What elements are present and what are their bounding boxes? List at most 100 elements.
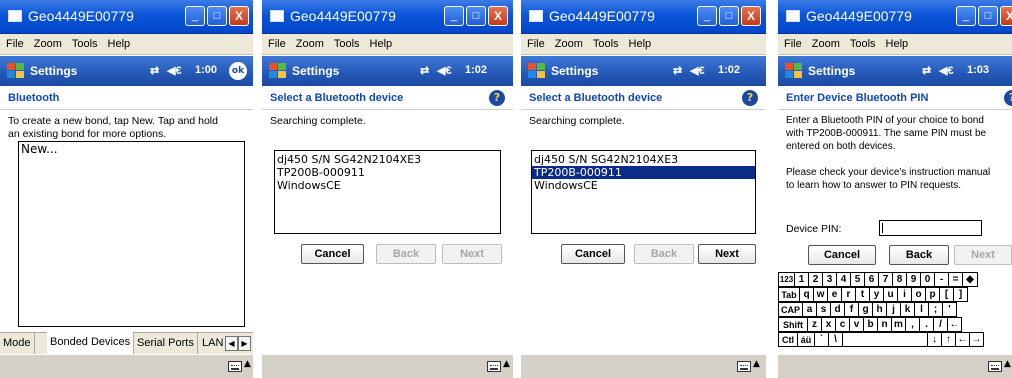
close-button[interactable]: X	[488, 6, 508, 26]
key[interactable]: \	[828, 332, 843, 347]
keyboard-icon[interactable]	[487, 361, 501, 372]
next-button[interactable]: Next	[442, 244, 502, 264]
input-panel-arrow-icon[interactable]: ▲	[244, 359, 251, 369]
back-button[interactable]: Back	[376, 244, 436, 264]
key[interactable]: /	[933, 317, 948, 332]
key[interactable]: g	[858, 302, 873, 317]
bonded-devices-list[interactable]: New...	[18, 141, 245, 327]
key[interactable]: 5	[850, 272, 865, 287]
menu-file[interactable]: File	[778, 34, 806, 50]
input-panel-arrow-icon[interactable]: ▲	[753, 359, 760, 369]
windows-flag-icon[interactable]	[268, 62, 288, 80]
menu-zoom[interactable]: Zoom	[549, 34, 587, 50]
key[interactable]: t	[855, 287, 870, 302]
key[interactable]: x	[821, 317, 836, 332]
menu-zoom[interactable]: Zoom	[290, 34, 328, 50]
key[interactable]: i	[897, 287, 912, 302]
menu-file[interactable]: File	[0, 34, 28, 50]
key[interactable]: [	[939, 287, 954, 302]
key[interactable]: y	[869, 287, 884, 302]
key-123[interactable]: 123	[778, 272, 795, 287]
pin-input[interactable]	[879, 220, 982, 236]
tab-bonded-devices[interactable]: Bonded Devices	[47, 332, 135, 354]
menu-tools[interactable]: Tools	[66, 34, 102, 50]
key[interactable]: `	[814, 332, 829, 347]
keyboard-icon[interactable]	[988, 361, 1002, 372]
key-ctl[interactable]: Ctl	[778, 332, 798, 347]
key[interactable]: k	[900, 302, 915, 317]
help-icon[interactable]: ?	[742, 90, 758, 106]
menu-help[interactable]: Help	[102, 34, 135, 50]
key[interactable]: c	[835, 317, 850, 332]
menu-file[interactable]: File	[521, 34, 549, 50]
key[interactable]: ,	[905, 317, 920, 332]
key-shift[interactable]: Shift	[778, 317, 808, 332]
device-list[interactable]: dj450 S/N SG42N2104XE3 TP200B-000911 Win…	[274, 150, 501, 234]
volume-icon[interactable]: ◀€	[437, 64, 452, 77]
tab-lan[interactable]: LAN	[199, 333, 227, 354]
clock[interactable]: 1:00	[195, 64, 217, 76]
key[interactable]: h	[872, 302, 887, 317]
key[interactable]: 3	[822, 272, 837, 287]
key[interactable]: e	[827, 287, 842, 302]
key[interactable]: q	[799, 287, 814, 302]
minimize-button[interactable]: _	[956, 6, 976, 26]
key-backspace-icon[interactable]: ◆	[962, 272, 978, 287]
key[interactable]: ;	[928, 302, 943, 317]
menu-help[interactable]: Help	[880, 34, 913, 50]
key[interactable]: p	[925, 287, 940, 302]
key[interactable]: .	[919, 317, 934, 332]
key[interactable]: n	[877, 317, 892, 332]
device-list[interactable]: dj450 S/N SG42N2104XE3 TP200B-000911 Win…	[531, 150, 756, 234]
key-right-icon[interactable]: →	[969, 332, 984, 347]
volume-icon[interactable]: ◀€	[939, 64, 954, 77]
key[interactable]: s	[816, 302, 831, 317]
windows-flag-icon[interactable]	[784, 62, 804, 80]
windows-flag-icon[interactable]	[527, 62, 547, 80]
ok-button[interactable]: ok	[229, 62, 247, 80]
key-left-icon[interactable]: ←	[955, 332, 970, 347]
help-icon[interactable]: ?	[1004, 90, 1012, 106]
key[interactable]: 9	[906, 272, 921, 287]
device-list-item[interactable]: WindowsCE	[532, 179, 755, 192]
key[interactable]: 8	[892, 272, 907, 287]
key-enter-icon[interactable]: ←	[947, 317, 962, 332]
key[interactable]: -	[934, 272, 949, 287]
device-list-item[interactable]: dj450 S/N SG42N2104XE3	[532, 153, 755, 166]
key[interactable]: =	[948, 272, 963, 287]
key[interactable]: a	[802, 302, 817, 317]
minimize-button[interactable]: _	[697, 6, 717, 26]
input-panel-arrow-icon[interactable]: ▲	[503, 359, 510, 369]
tab-serial-ports[interactable]: Serial Ports	[134, 333, 198, 354]
key-down-icon[interactable]: ↓	[927, 332, 942, 347]
clock[interactable]: 1:03	[967, 64, 989, 76]
cancel-button[interactable]: Cancel	[301, 244, 364, 264]
device-list-item[interactable]: dj450 S/N SG42N2104XE3	[275, 153, 500, 166]
key[interactable]: 6	[864, 272, 879, 287]
list-item-new[interactable]: New...	[19, 142, 244, 157]
key[interactable]: '	[942, 302, 957, 317]
volume-icon[interactable]: ◀€	[167, 64, 182, 77]
maximize-button[interactable]: □	[978, 6, 998, 26]
key[interactable]: 1	[794, 272, 809, 287]
close-button[interactable]: X	[741, 6, 761, 26]
close-button[interactable]: X	[229, 6, 249, 26]
connectivity-icon[interactable]: ⇄	[150, 64, 159, 77]
volume-icon[interactable]: ◀€	[690, 64, 705, 77]
close-button[interactable]: X	[1000, 6, 1012, 26]
menu-zoom[interactable]: Zoom	[28, 34, 66, 50]
key[interactable]: m	[891, 317, 906, 332]
menu-tools[interactable]: Tools	[844, 34, 880, 50]
minimize-button[interactable]: _	[185, 6, 205, 26]
key-up-icon[interactable]: ↑	[941, 332, 956, 347]
menu-tools[interactable]: Tools	[587, 34, 623, 50]
maximize-button[interactable]: □	[719, 6, 739, 26]
key[interactable]: r	[841, 287, 856, 302]
next-button[interactable]: Next	[698, 244, 756, 264]
connectivity-icon[interactable]: ⇄	[420, 64, 429, 77]
connectivity-icon[interactable]: ⇄	[922, 64, 931, 77]
menu-help[interactable]: Help	[623, 34, 656, 50]
key-accents[interactable]: áü	[797, 332, 815, 347]
key-space[interactable]	[842, 332, 928, 347]
maximize-button[interactable]: □	[207, 6, 227, 26]
